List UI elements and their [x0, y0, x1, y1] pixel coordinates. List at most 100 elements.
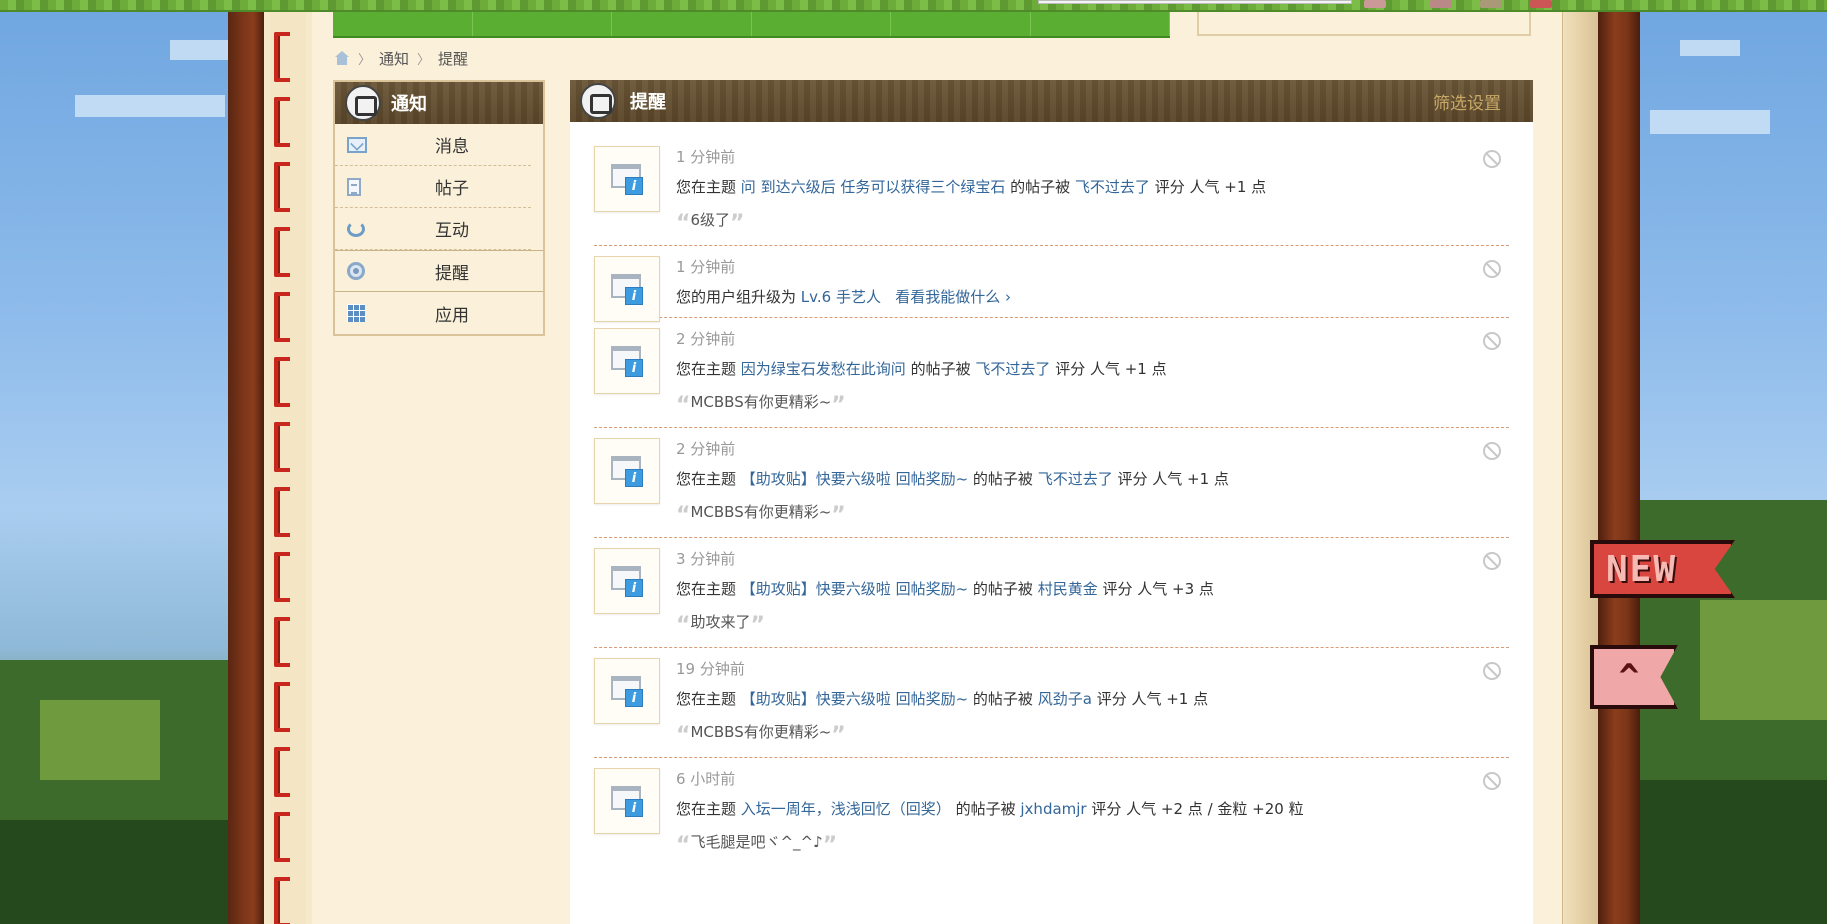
- sidebar-item-messages[interactable]: 消息: [335, 124, 531, 166]
- reminder-panel: 提醒 筛选设置 i 1 分钟前 您在主题 问 到达六级后 任务可以获得三个绿宝石…: [570, 80, 1533, 924]
- topic-link[interactable]: 因为绿宝石发愁在此询问: [741, 360, 906, 378]
- notice-avatar: i: [594, 328, 660, 394]
- notice-quote: “飞毛腿是吧ヾ^_^♪”: [676, 833, 838, 858]
- sidebar-item-interactions[interactable]: 互动: [335, 208, 531, 250]
- notice-quote: “MCBBS有你更精彩~”: [676, 393, 846, 418]
- notice-item: i 19 分钟前 您在主题 【助攻贴】快要六级啦 回帖奖励~ 的帖子被 风劲子a…: [594, 648, 1509, 758]
- info-icon: i: [625, 469, 643, 487]
- notice-suffix: 评分 人气 +3 点: [1102, 580, 1214, 598]
- sidebar-item-label: 帖子: [435, 179, 469, 199]
- topic-link[interactable]: 入坛一周年，浅浅回忆（回奖）: [741, 800, 951, 818]
- notice-mid: 的帖子被: [1010, 178, 1071, 196]
- mail-icon[interactable]: [1480, 0, 1502, 8]
- notice-prefix: 您在主题: [676, 360, 737, 378]
- notice-text: 您在主题 【助攻贴】快要六级啦 回帖奖励~ 的帖子被 飞不过去了 评分 人气 +…: [676, 467, 1509, 491]
- ban-icon[interactable]: [1483, 332, 1501, 350]
- tree-foliage: [1640, 780, 1827, 924]
- notice-time: 1 分钟前: [676, 258, 736, 276]
- notice-prefix: 您的用户组升级为: [676, 288, 797, 306]
- recycle-icon: [347, 220, 365, 237]
- ban-icon[interactable]: [1483, 552, 1501, 570]
- breadcrumb-notice[interactable]: 通知: [379, 48, 409, 69]
- new-flag-button[interactable]: NEW: [1590, 540, 1735, 598]
- what-can-i-do-link[interactable]: 看看我能做什么 ›: [895, 288, 1011, 306]
- notice-quote: “6级了”: [676, 211, 745, 236]
- sidebar-header: 通知: [335, 82, 543, 124]
- topic-link[interactable]: 【助攻贴】快要六级啦 回帖奖励~: [741, 580, 968, 598]
- breadcrumb-separator: 〉: [417, 52, 431, 68]
- sidebar-item-label: 提醒: [435, 263, 469, 284]
- notice-mid: 的帖子被: [955, 800, 1016, 818]
- filter-settings-link[interactable]: 筛选设置: [1433, 89, 1501, 114]
- ban-icon[interactable]: [1483, 260, 1501, 278]
- notice-avatar: i: [594, 768, 660, 834]
- user-link[interactable]: 风劲子a: [1038, 690, 1092, 708]
- notice-prefix: 您在主题: [676, 178, 737, 196]
- topic-link[interactable]: 问 到达六级后 任务可以获得三个绿宝石: [741, 178, 1006, 196]
- notification-icon[interactable]: [1530, 0, 1552, 8]
- notice-prefix: 您在主题: [676, 580, 737, 598]
- notice-suffix: 评分 人气 +1 点: [1096, 690, 1209, 708]
- notice-quote: “助攻来了”: [676, 613, 765, 638]
- book-binding: [270, 12, 306, 924]
- notice-avatar: i: [594, 548, 660, 614]
- sidebar-item-reminders[interactable]: 提醒: [335, 250, 543, 292]
- bell-icon: [347, 262, 365, 280]
- ban-icon[interactable]: [1483, 150, 1501, 168]
- notice-time: 2 分钟前: [676, 330, 736, 348]
- notice-time: 19 分钟前: [676, 660, 745, 678]
- sidebar-item-label: 互动: [435, 221, 469, 241]
- topic-link[interactable]: 【助攻贴】快要六级啦 回帖奖励~: [741, 690, 968, 708]
- notice-avatar: i: [594, 146, 660, 212]
- creeper-badge-icon: [580, 83, 616, 119]
- user-avatar-icon[interactable]: [1364, 0, 1386, 8]
- info-icon: i: [625, 579, 643, 597]
- user-link[interactable]: 村民黄金: [1038, 580, 1098, 598]
- sidebar-item-apps[interactable]: 应用: [335, 292, 531, 334]
- search-input[interactable]: [1038, 0, 1352, 4]
- notice-quote: “MCBBS有你更精彩~”: [676, 503, 846, 528]
- topic-link[interactable]: 【助攻贴】快要六级啦 回帖奖励~: [741, 470, 968, 488]
- notice-prefix: 您在主题: [676, 470, 737, 488]
- notice-text: 您在主题 【助攻贴】快要六级啦 回帖奖励~ 的帖子被 村民黄金 评分 人气 +3…: [676, 577, 1509, 601]
- user-link[interactable]: jxhdamjr: [1020, 800, 1086, 818]
- document-icon: [347, 177, 361, 196]
- notice-avatar: i: [594, 438, 660, 504]
- user-link[interactable]: 飞不过去了: [975, 360, 1050, 378]
- ban-icon[interactable]: [1483, 772, 1501, 790]
- quote-text: MCBBS有你更精彩~: [690, 503, 832, 521]
- notice-suffix: 评分 人气 +1 点: [1117, 470, 1229, 488]
- notice-avatar: i: [594, 658, 660, 724]
- tree-foliage: [0, 820, 228, 924]
- notice-sidebar: 通知 消息 帖子 互动 提醒 应用: [333, 80, 545, 336]
- notice-item: i 2 分钟前 您在主题 因为绿宝石发愁在此询问 的帖子被 飞不过去了 评分 人…: [594, 318, 1509, 428]
- ban-icon[interactable]: [1483, 442, 1501, 460]
- usergroup-link[interactable]: Lv.6 手艺人: [801, 288, 881, 306]
- user-info-box: [1197, 12, 1531, 36]
- tree-foliage: [40, 700, 160, 780]
- notice-suffix: 评分 人气 +2 点 / 金粒 +20 粒: [1091, 800, 1304, 818]
- notice-time: 3 分钟前: [676, 550, 736, 568]
- user-link[interactable]: 飞不过去了: [1075, 178, 1150, 196]
- tree-foliage: [1700, 600, 1827, 720]
- user-link[interactable]: 飞不过去了: [1038, 470, 1113, 488]
- breadcrumb-reminder[interactable]: 提醒: [438, 48, 468, 69]
- notice-item: i 6 小时前 您在主题 入坛一周年，浅浅回忆（回奖） 的帖子被 jxhdamj…: [594, 758, 1509, 867]
- notice-text: 您的用户组升级为 Lv.6 手艺人 看看我能做什么 ›: [676, 285, 1509, 309]
- notice-text: 您在主题 【助攻贴】快要六级啦 回帖奖励~ 的帖子被 风劲子a 评分 人气 +1…: [676, 687, 1509, 711]
- sidebar-item-label: 消息: [435, 137, 469, 157]
- ban-icon[interactable]: [1483, 662, 1501, 680]
- quote-text: 6级了: [690, 211, 731, 229]
- settings-icon[interactable]: [1430, 0, 1452, 8]
- cloud: [1680, 40, 1740, 56]
- notice-mid: 的帖子被: [910, 360, 971, 378]
- breadcrumb: 〉 通知 〉 提醒: [334, 48, 468, 68]
- main-nav[interactable]: [333, 12, 1170, 38]
- home-icon[interactable]: [334, 51, 350, 65]
- notice-suffix: 评分 人气 +1 点: [1055, 360, 1167, 378]
- sidebar-item-posts[interactable]: 帖子: [335, 166, 531, 208]
- notice-text: 您在主题 因为绿宝石发愁在此询问 的帖子被 飞不过去了 评分 人气 +1 点: [676, 357, 1509, 381]
- notice-time: 6 小时前: [676, 770, 736, 788]
- notice-prefix: 您在主题: [676, 690, 737, 708]
- main-header: 提醒 筛选设置: [570, 80, 1533, 122]
